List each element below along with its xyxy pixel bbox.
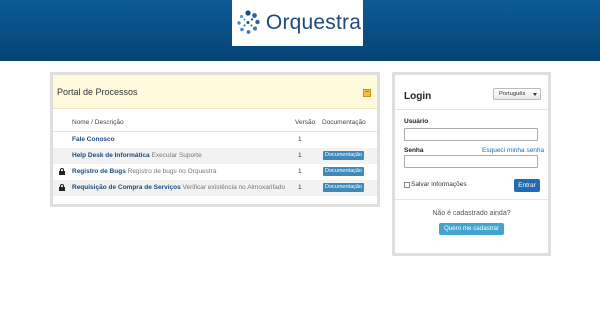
- column-version-header: Versão: [295, 119, 316, 126]
- process-version: 1: [298, 152, 302, 159]
- orquestra-dots-logo-icon: [237, 10, 260, 34]
- enter-button[interactable]: Entrar: [514, 179, 540, 192]
- process-link[interactable]: Fale Conosco: [72, 136, 115, 143]
- process-version: 1: [298, 184, 302, 191]
- caret-down-icon: [533, 93, 537, 96]
- minus-square-icon[interactable]: −: [363, 89, 371, 97]
- forgot-password-link[interactable]: Esqueci minha senha: [482, 147, 544, 154]
- process-link[interactable]: Requisição de Compra de Serviços Verific…: [72, 184, 285, 191]
- logo[interactable]: Orquestra: [232, 0, 363, 46]
- table-row: Fale Conosco 1: [53, 132, 377, 148]
- process-version: 1: [298, 168, 302, 175]
- language-select[interactable]: Português: [493, 88, 541, 100]
- remember-me[interactable]: Salvar informações: [404, 181, 467, 188]
- process-portal-header: Portal de Processos −: [53, 75, 377, 109]
- login-title: Login: [404, 91, 432, 102]
- documentation-button[interactable]: Documentação: [323, 151, 364, 160]
- table-row: Registro de Bugs Registro de bugs no Orq…: [53, 164, 377, 180]
- documentation-button[interactable]: Documentação: [323, 183, 364, 192]
- table-header: Nome / Descrição Versão Documentação: [53, 119, 377, 131]
- column-name-header: Nome / Descrição: [72, 119, 124, 126]
- remember-checkbox[interactable]: [404, 181, 410, 188]
- remember-label: Salvar informações: [411, 181, 467, 188]
- password-label: Senha: [404, 147, 424, 154]
- table-row: Requisição de Compra de Serviços Verific…: [53, 180, 377, 196]
- table-row: Help Desk de Informática Executar Suport…: [53, 148, 377, 164]
- top-header: Orquestra: [0, 0, 600, 61]
- password-input[interactable]: [404, 155, 538, 168]
- process-link[interactable]: Help Desk de Informática Executar Suport…: [72, 152, 202, 159]
- username-label: Usuário: [404, 118, 429, 125]
- documentation-button[interactable]: Documentação: [323, 167, 364, 176]
- language-select-value: Português: [499, 91, 526, 97]
- logo-text: Orquestra: [265, 11, 362, 34]
- process-link[interactable]: Registro de Bugs Registro de bugs no Orq…: [72, 168, 217, 175]
- process-portal-title: Portal de Processos: [57, 86, 138, 97]
- login-panel: Login Português Usuário Senha Esqueci mi…: [392, 72, 551, 256]
- register-button[interactable]: Quero me cadastrar: [439, 223, 504, 235]
- process-portal-panel: Portal de Processos − Nome / Descrição V…: [50, 72, 380, 207]
- not-registered-text: Não é cadastrado ainda?: [432, 210, 511, 217]
- lock-icon: [59, 168, 65, 175]
- column-docs-header: Documentação: [322, 119, 366, 126]
- username-input[interactable]: [404, 128, 538, 141]
- lock-icon: [59, 184, 65, 191]
- process-version: 1: [298, 136, 302, 143]
